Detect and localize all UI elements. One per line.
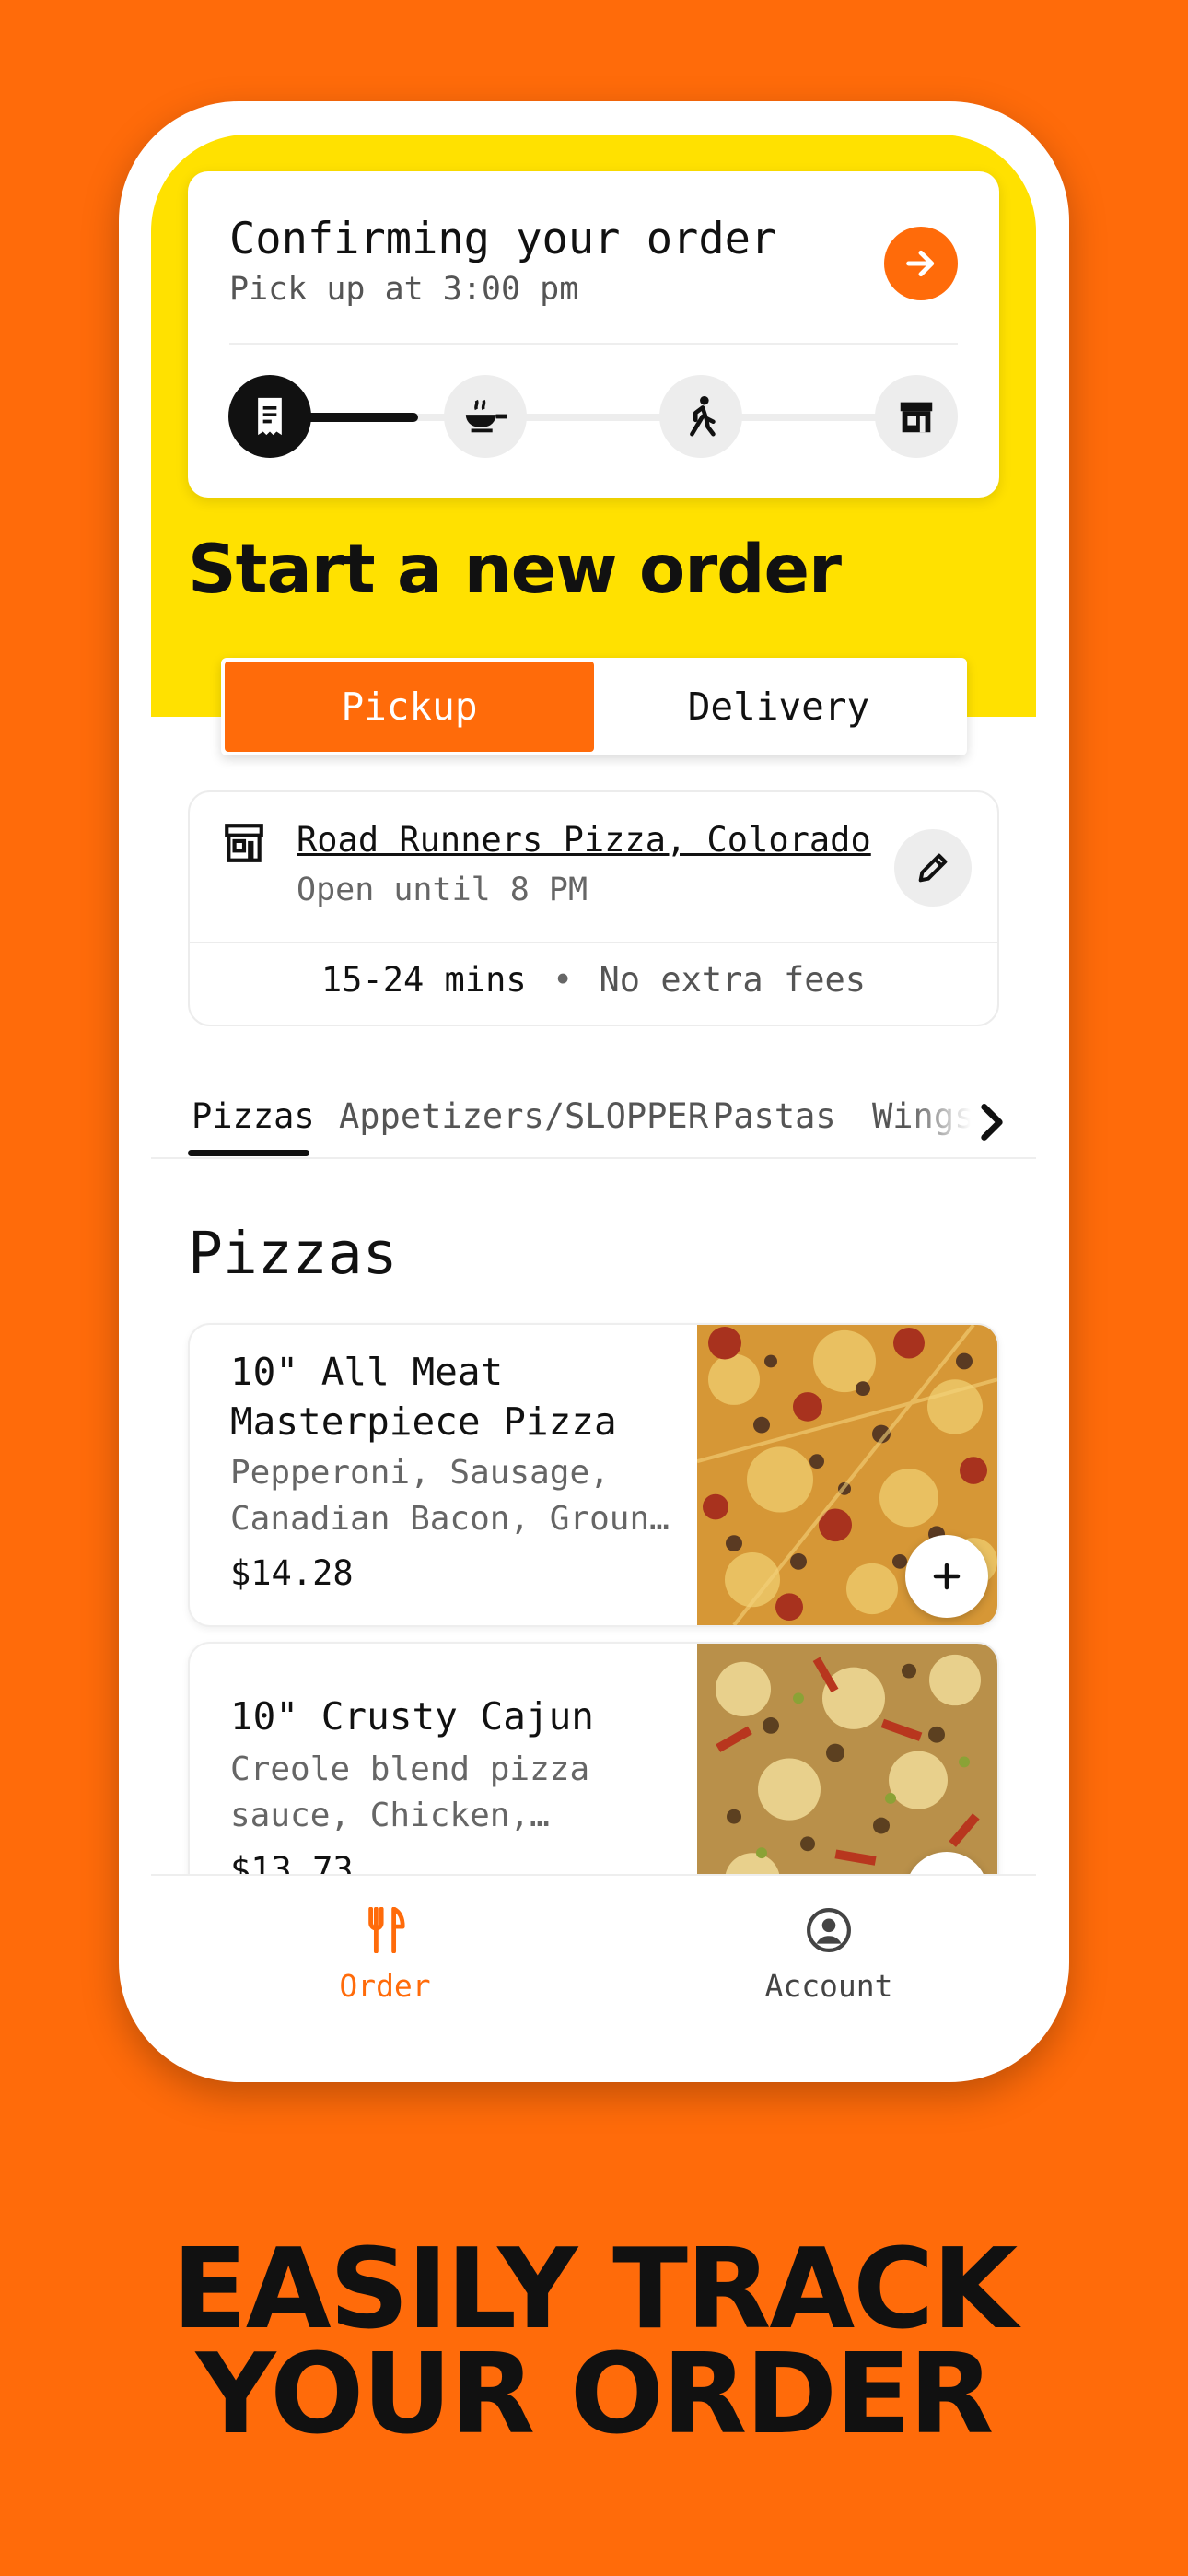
delivery-button[interactable]: Delivery [594, 662, 963, 752]
eta-separator: • [552, 960, 574, 1000]
storefront-icon [875, 375, 958, 458]
arrow-right-icon[interactable] [884, 227, 958, 300]
product-description: Pepperoni, Sausage, Canadian Bacon, Grou… [230, 1454, 670, 1538]
store-icon [221, 820, 267, 870]
product-name: 10" All Meat Masterpiece Pizza [230, 1350, 617, 1444]
bottom-navigation: Order Account [151, 1874, 1036, 2049]
store-hours: Open until 8 PM [297, 872, 588, 908]
fee-note: No extra fees [599, 960, 867, 1000]
receipt-icon [228, 375, 311, 458]
store-divider [190, 942, 997, 943]
account-icon [806, 1908, 852, 1961]
promo-headline-line2: YOUR ORDER [195, 2331, 995, 2459]
cooking-pan-icon [444, 375, 527, 458]
plus-icon[interactable] [905, 1535, 988, 1618]
chevron-right-icon[interactable] [975, 1102, 1008, 1146]
product-card[interactable]: 10" All Meat Masterpiece Pizza Pepperoni… [188, 1323, 999, 1627]
eta-time: 15-24 mins [320, 960, 527, 1000]
category-tabs: Pizzas Appetizers/SLOPPER Pastas Wings [151, 1089, 1036, 1159]
order-status-card[interactable]: Confirming your order Pick up at 3:00 pm [188, 171, 999, 498]
utensils-icon [365, 1906, 405, 1961]
start-order-heading: Start a new order [188, 531, 842, 609]
nav-account-label: Account [764, 1968, 893, 2004]
pencil-icon[interactable] [894, 829, 972, 907]
store-card: Road Runners Pizza, Colorado Open until … [188, 790, 999, 1026]
nav-order-label: Order [339, 1968, 431, 2004]
menu-section-heading: Pizzas [188, 1220, 398, 1287]
product-name: 10" Crusty Cajun [230, 1694, 594, 1739]
order-status-title: Confirming your order [229, 214, 777, 264]
nav-order[interactable]: Order [247, 1906, 523, 2004]
product-price: $14.28 [230, 1553, 354, 1593]
promo-headline-line1: EASILY TRACK [171, 2226, 1019, 2354]
tab-pizzas[interactable]: Pizzas [192, 1096, 315, 1136]
product-description: Creole blend pizza sauce, Chicken,… [230, 1751, 590, 1834]
order-mode-toggle: Pickup Delivery [221, 658, 967, 755]
store-name-link[interactable]: Road Runners Pizza, Colorado [297, 820, 871, 860]
pickup-button[interactable]: Pickup [225, 662, 594, 752]
tab-appetizers[interactable]: Appetizers/SLOPPER [339, 1096, 708, 1136]
nav-account[interactable]: Account [691, 1907, 967, 2004]
app-screen: Confirming your order Pick up at 3:00 pm… [151, 135, 1036, 2049]
walking-person-icon [659, 375, 742, 458]
status-divider [229, 343, 958, 345]
store-eta-line: 15-24 mins • No extra fees [190, 960, 997, 1000]
order-status-subtitle: Pick up at 3:00 pm [229, 271, 579, 308]
active-tab-indicator [188, 1150, 309, 1156]
tab-pastas[interactable]: Pastas [713, 1096, 836, 1136]
